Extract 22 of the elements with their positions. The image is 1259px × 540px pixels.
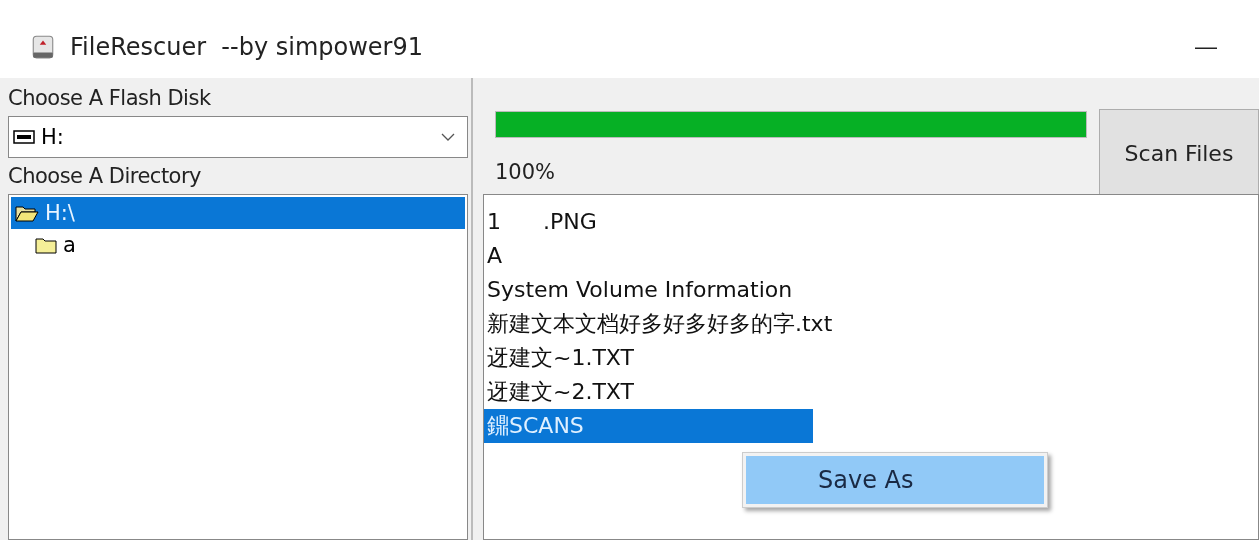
drive-icon [13,130,35,144]
disk-dropdown[interactable]: H: [8,116,468,158]
tree-item[interactable]: H:\ [11,197,465,229]
file-item[interactable]: 新建文本文档好多好多好多的字.txt [484,307,833,341]
file-item[interactable]: 鐤SCANS [484,409,813,443]
minimize-button[interactable]: — [1153,33,1259,60]
chevron-down-icon [441,133,455,141]
window-title: FileRescuer --by simpower91 [70,32,423,61]
file-item[interactable]: System Volume Information [484,273,793,307]
tree-item[interactable]: a [11,229,465,261]
app-icon [30,33,56,60]
scan-button[interactable]: Scan Files [1099,109,1259,197]
file-item[interactable]: 迓建文~2.TXT [484,375,634,409]
disk-label: Choose A Flash Disk [8,85,212,112]
open-folder-icon [15,204,39,222]
menu-item[interactable]: Save As [746,456,1044,504]
directory-label: Choose A Directory [8,163,203,190]
progress-reading: 100% [495,160,557,184]
file-item[interactable]: 1 .PNG [484,205,597,239]
file-item[interactable]: 迓建文~1.TXT [484,341,634,375]
file-item[interactable]: A [484,239,503,273]
folder-icon [35,236,57,254]
